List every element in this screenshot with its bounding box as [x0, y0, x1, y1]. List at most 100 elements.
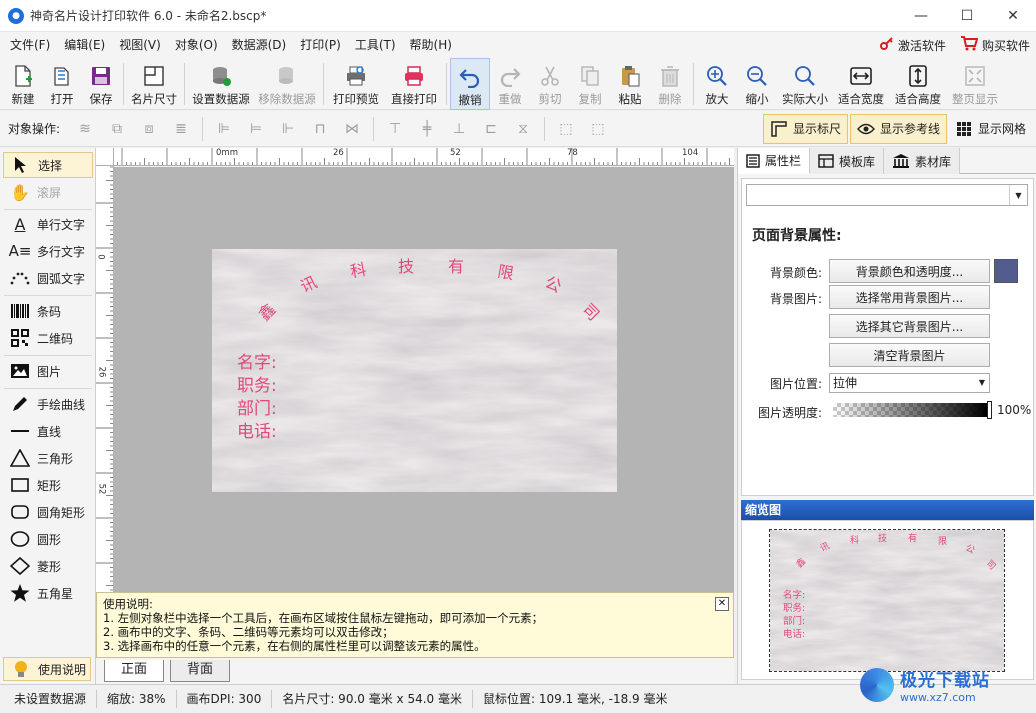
- full-page-button[interactable]: 整页显示: [947, 58, 1003, 110]
- align-right-icon[interactable]: ⊩: [277, 118, 299, 140]
- show-ruler-toggle[interactable]: 显示标尺: [762, 113, 848, 144]
- card-field-phone[interactable]: 电话:: [237, 421, 277, 444]
- align-left-icon[interactable]: ⊫: [213, 118, 235, 140]
- zoom-out-button[interactable]: 缩小: [737, 58, 777, 110]
- tool-line[interactable]: 直线: [3, 418, 93, 444]
- fit-height-button[interactable]: 适合高度: [889, 58, 947, 110]
- menu-print[interactable]: 打印(P): [293, 32, 348, 58]
- opacity-slider-thumb[interactable]: [987, 401, 992, 419]
- maximize-button[interactable]: ☐: [944, 0, 990, 32]
- tab-templates[interactable]: 模板库: [810, 148, 885, 174]
- business-card[interactable]: 鑫 讯 科 技 有 限 公 司 名字: 职务: 部门: 电话:: [212, 249, 617, 492]
- align-center-icon[interactable]: ⊨: [245, 118, 267, 140]
- actual-size-button[interactable]: 实际大小: [777, 58, 833, 110]
- tool-scroll[interactable]: ✋ 滚屏: [3, 179, 93, 205]
- activate-software-button[interactable]: 激活软件: [879, 36, 946, 54]
- tool-select[interactable]: 选择: [3, 152, 93, 178]
- fit-width-button[interactable]: 适合宽度: [833, 58, 889, 110]
- space-h-icon[interactable]: ⋈: [341, 118, 363, 140]
- layer-bottom-icon[interactable]: ≣: [170, 118, 192, 140]
- undo-button[interactable]: 撤销: [450, 58, 490, 110]
- save-button[interactable]: 保存: [82, 58, 120, 110]
- menu-file[interactable]: 文件(F): [0, 32, 57, 58]
- card-field-name[interactable]: 名字:: [237, 352, 277, 375]
- chevron-down-icon[interactable]: ▼: [1009, 185, 1027, 205]
- lightbulb-icon: [10, 660, 32, 678]
- title-bar: ● 神奇名片设计打印软件 6.0 - 未命名2.bscp* — ☐ ✕: [0, 0, 1036, 32]
- buy-software-button[interactable]: 购买软件: [960, 35, 1030, 55]
- tool-triangle[interactable]: 三角形: [3, 445, 93, 471]
- layer-up-icon[interactable]: ⧉: [106, 118, 128, 140]
- menu-object[interactable]: 对象(O): [168, 32, 225, 58]
- clear-bg-button[interactable]: 清空背景图片: [829, 343, 990, 367]
- magnifier-icon: [793, 64, 817, 88]
- set-datasource-button[interactable]: 设置数据源: [188, 58, 254, 110]
- menu-edit[interactable]: 编辑(E): [57, 32, 112, 58]
- group-icon[interactable]: ⬚: [555, 118, 577, 140]
- tool-barcode[interactable]: 条码: [3, 298, 93, 324]
- direct-print-button[interactable]: 直接打印: [385, 58, 443, 110]
- open-button[interactable]: 打开: [42, 58, 82, 110]
- help-close-button[interactable]: ✕: [715, 597, 729, 611]
- tab-properties[interactable]: 属性栏: [738, 148, 811, 174]
- tool-rect[interactable]: 矩形: [3, 472, 93, 498]
- align-bottom-icon[interactable]: ⊥: [448, 118, 470, 140]
- tool-single-text[interactable]: A 单行文字: [3, 211, 93, 237]
- menu-tools[interactable]: 工具(T): [348, 32, 403, 58]
- copy-button[interactable]: 复制: [570, 58, 610, 110]
- align-top-icon[interactable]: ⊤: [384, 118, 406, 140]
- remove-datasource-button[interactable]: 移除数据源: [254, 58, 320, 110]
- card-field-title[interactable]: 职务:: [237, 375, 277, 398]
- card-size-button[interactable]: 名片尺寸: [127, 58, 181, 110]
- pick-other-bg-button[interactable]: 选择其它背景图片...: [829, 314, 990, 338]
- tool-image[interactable]: 图片: [3, 358, 93, 384]
- tab-materials[interactable]: 素材库: [884, 148, 961, 174]
- opacity-label: 图片透明度:: [757, 406, 822, 420]
- object-selector-combo[interactable]: ▼: [746, 184, 1028, 206]
- layer-down-icon[interactable]: ⧈: [138, 118, 160, 140]
- new-button[interactable]: 新建: [4, 58, 42, 110]
- paste-button[interactable]: 粘贴: [610, 58, 650, 110]
- tool-star[interactable]: 五角星: [3, 580, 93, 606]
- top-ruler[interactable]: 0mm 26 52 78 104: [96, 148, 734, 166]
- space-v-icon[interactable]: ⧖: [512, 118, 534, 140]
- print-preview-button[interactable]: 打印预览: [327, 58, 385, 110]
- tool-qrcode[interactable]: 二维码: [3, 325, 93, 351]
- delete-button[interactable]: 删除: [650, 58, 690, 110]
- design-canvas[interactable]: 鑫 讯 科 技 有 限 公 司 名字: 职务: 部门: 电话:: [114, 167, 734, 592]
- menu-view[interactable]: 视图(V): [112, 32, 168, 58]
- opacity-slider-track[interactable]: [833, 403, 987, 417]
- zoom-in-button[interactable]: 放大: [697, 58, 737, 110]
- usage-help-button[interactable]: 使用说明: [3, 657, 91, 681]
- tool-freehand[interactable]: 手绘曲线: [3, 391, 93, 417]
- cut-button[interactable]: 剪切: [530, 58, 570, 110]
- layer-top-icon[interactable]: ≋: [74, 118, 96, 140]
- tool-ellipse[interactable]: 圆形: [3, 526, 93, 552]
- image-position-select[interactable]: 拉伸 ▼: [829, 373, 990, 393]
- card-field-department[interactable]: 部门:: [237, 398, 277, 421]
- distribute-v-icon[interactable]: ⊏: [480, 118, 502, 140]
- tool-multi-text[interactable]: A≡ 多行文字: [3, 238, 93, 264]
- menu-help[interactable]: 帮助(H): [403, 32, 459, 58]
- tool-arc-text[interactable]: 圆弧文字: [3, 265, 93, 291]
- show-guides-toggle[interactable]: 显示参考线: [849, 113, 947, 144]
- card-thumbnail[interactable]: 鑫 讯 科 技 有 限 公 司 名字: 职务: 部门: 电话:: [769, 529, 1005, 672]
- distribute-h-icon[interactable]: ⊓: [309, 118, 331, 140]
- redo-button[interactable]: 重做: [490, 58, 530, 110]
- tab-front[interactable]: 正面: [104, 660, 165, 682]
- tool-round-rect[interactable]: 圆角矩形: [3, 499, 93, 525]
- bg-color-swatch[interactable]: [994, 259, 1018, 283]
- left-ruler[interactable]: 0 26 52: [96, 166, 114, 592]
- pick-common-bg-button[interactable]: 选择常用背景图片...: [829, 285, 990, 309]
- toolbar-separator: [202, 116, 204, 141]
- close-button[interactable]: ✕: [990, 0, 1036, 32]
- image-position-label: 图片位置:: [769, 377, 822, 391]
- menu-datasource[interactable]: 数据源(D): [225, 32, 294, 58]
- minimize-button[interactable]: —: [898, 0, 944, 32]
- align-middle-icon[interactable]: ╪: [416, 118, 438, 140]
- tab-back[interactable]: 背面: [170, 660, 231, 682]
- show-grid-toggle[interactable]: 显示网格: [949, 114, 1032, 144]
- tool-diamond[interactable]: 菱形: [3, 553, 93, 579]
- ungroup-icon[interactable]: ⬚: [587, 118, 609, 140]
- bg-color-button[interactable]: 背景颜色和透明度...: [829, 259, 990, 283]
